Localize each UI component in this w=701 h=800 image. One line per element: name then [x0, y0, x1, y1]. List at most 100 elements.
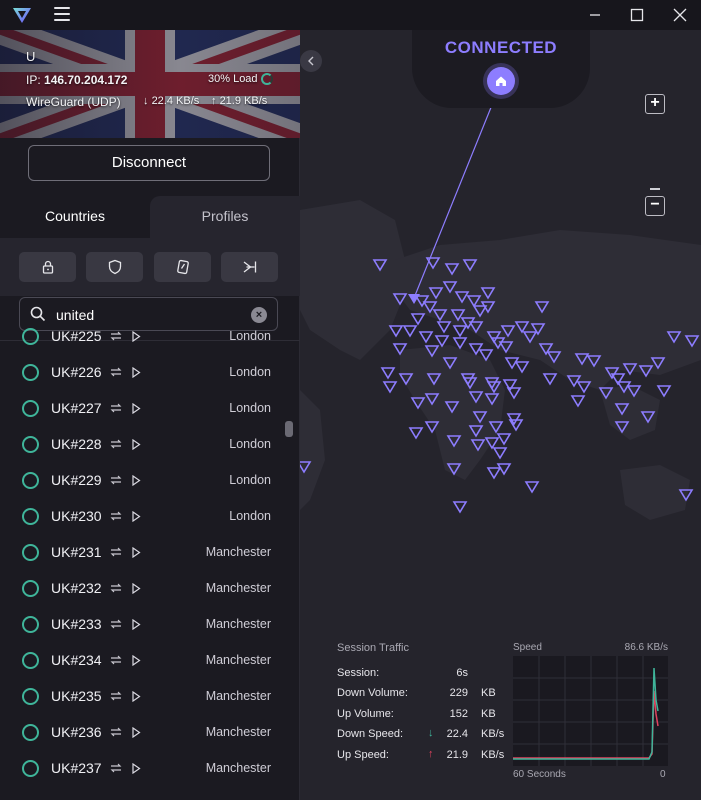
server-load-ring-icon [22, 400, 39, 417]
server-location-marker[interactable] [496, 433, 512, 446]
netshield-filter-button[interactable] [86, 252, 143, 282]
server-load-ring-icon [22, 760, 39, 777]
connect-play-icon[interactable] [131, 475, 141, 486]
server-location-marker[interactable] [524, 481, 540, 494]
server-row[interactable]: UK#226 London [0, 355, 285, 391]
traffic-label: Up Speed: [337, 749, 389, 761]
load-ring-icon [261, 73, 273, 85]
tab-countries[interactable]: Countries [0, 196, 150, 238]
server-row[interactable]: UK#230 London [0, 499, 285, 535]
server-location-marker[interactable] [452, 501, 468, 514]
arrow-down-icon: ↓ [143, 95, 152, 107]
server-location-marker[interactable] [542, 373, 558, 386]
server-row[interactable]: UK#234 Manchester [0, 643, 285, 679]
maximize-icon[interactable] [626, 4, 648, 26]
close-icon[interactable] [669, 4, 691, 26]
p2p-icon [110, 619, 122, 629]
upload-speed: ↑ 21.9 KB/s [211, 95, 268, 107]
server-city: London [229, 329, 271, 343]
server-location-marker[interactable] [408, 427, 424, 440]
connect-play-icon[interactable] [131, 655, 141, 666]
server-location-marker[interactable] [402, 325, 418, 338]
tor-icon [243, 261, 256, 273]
zoom-in-button[interactable]: + [645, 94, 665, 114]
server-row[interactable]: UK#236 Manchester [0, 715, 285, 751]
server-row[interactable]: UK#225 London [0, 319, 285, 355]
scrollbar-track[interactable] [285, 322, 293, 770]
connect-play-icon[interactable] [131, 763, 141, 774]
server-location-marker[interactable] [452, 325, 468, 338]
connect-play-icon[interactable] [131, 403, 141, 414]
server-city: London [229, 365, 271, 379]
server-city: Manchester [205, 725, 271, 739]
connect-play-icon[interactable] [131, 511, 141, 522]
server-row[interactable]: UK#227 London [0, 391, 285, 427]
connect-play-icon[interactable] [131, 367, 141, 378]
server-location-marker[interactable] [656, 385, 672, 398]
server-row[interactable]: UK#231 Manchester [0, 535, 285, 571]
traffic-label: Up Volume: [337, 708, 394, 720]
server-load-ring-icon [22, 544, 39, 561]
server-name: UK#234 [51, 652, 102, 668]
server-load-ring-icon [22, 580, 39, 597]
tab-profiles[interactable]: Profiles [150, 196, 300, 238]
server-location-marker[interactable] [506, 413, 522, 426]
p2p-icon [110, 691, 122, 701]
server-location-marker[interactable] [468, 343, 484, 356]
traffic-label: Down Speed: [337, 728, 404, 740]
filter-bar [0, 238, 300, 296]
server-load-ring-icon [22, 616, 39, 633]
server-name: UK#225 [51, 328, 102, 344]
server-location-marker[interactable] [388, 325, 404, 338]
connect-play-icon[interactable] [131, 691, 141, 702]
server-row[interactable]: UK#232 Manchester [0, 571, 285, 607]
server-location-marker[interactable] [492, 447, 508, 460]
server-name: UK#226 [51, 364, 102, 380]
server-location-marker[interactable] [486, 467, 502, 480]
server-name: UK#235 [51, 688, 102, 704]
server-row[interactable]: UK#237 Manchester [0, 751, 285, 787]
server-location-marker[interactable] [380, 367, 396, 380]
shield-icon [108, 259, 121, 275]
p2p-icon [110, 511, 122, 521]
traffic-value: 22.4 [446, 728, 468, 740]
connect-play-icon[interactable] [131, 331, 141, 342]
server-location-marker[interactable] [570, 395, 586, 408]
server-name: UK#236 [51, 724, 102, 740]
disconnect-button[interactable]: Disconnect [28, 145, 270, 181]
server-row[interactable]: UK#229 London [0, 463, 285, 499]
connect-play-icon[interactable] [131, 583, 141, 594]
server-location-marker[interactable] [434, 335, 450, 348]
server-location-marker[interactable] [410, 313, 426, 326]
home-location-button[interactable] [487, 67, 515, 95]
connect-play-icon[interactable] [131, 547, 141, 558]
p2p-icon [110, 331, 122, 341]
server-row[interactable]: UK#228 London [0, 427, 285, 463]
p2p-filter-button[interactable] [154, 252, 211, 282]
server-label: U [26, 49, 36, 64]
server-row[interactable]: UK#235 Manchester [0, 679, 285, 715]
server-city: Manchester [205, 617, 271, 631]
server-city: London [229, 437, 271, 451]
hamburger-icon[interactable] [54, 7, 70, 21]
server-location-marker[interactable] [418, 331, 434, 344]
server-row[interactable]: UK#233 Manchester [0, 607, 285, 643]
connect-play-icon[interactable] [131, 727, 141, 738]
ip-row: IP: 146.70.204.172 [26, 73, 127, 87]
minimize-icon[interactable] [584, 4, 606, 26]
speed-chart-max: 86.6 KB/s [624, 642, 668, 653]
server-load-ring-icon [22, 724, 39, 741]
scrollbar-thumb[interactable] [285, 421, 293, 437]
connect-play-icon[interactable] [131, 619, 141, 630]
zoom-out-button[interactable]: − [645, 196, 665, 216]
server-load-ring-icon [22, 472, 39, 489]
collapse-sidebar-button[interactable] [300, 50, 322, 72]
server-location-marker[interactable] [506, 387, 522, 400]
server-location-marker[interactable] [452, 337, 468, 350]
connect-play-icon[interactable] [131, 439, 141, 450]
server-location-marker[interactable] [436, 321, 452, 334]
tor-filter-button[interactable] [221, 252, 278, 282]
server-location-marker[interactable] [514, 361, 530, 374]
server-location-marker[interactable] [382, 381, 398, 394]
secure-core-filter-button[interactable] [19, 252, 76, 282]
